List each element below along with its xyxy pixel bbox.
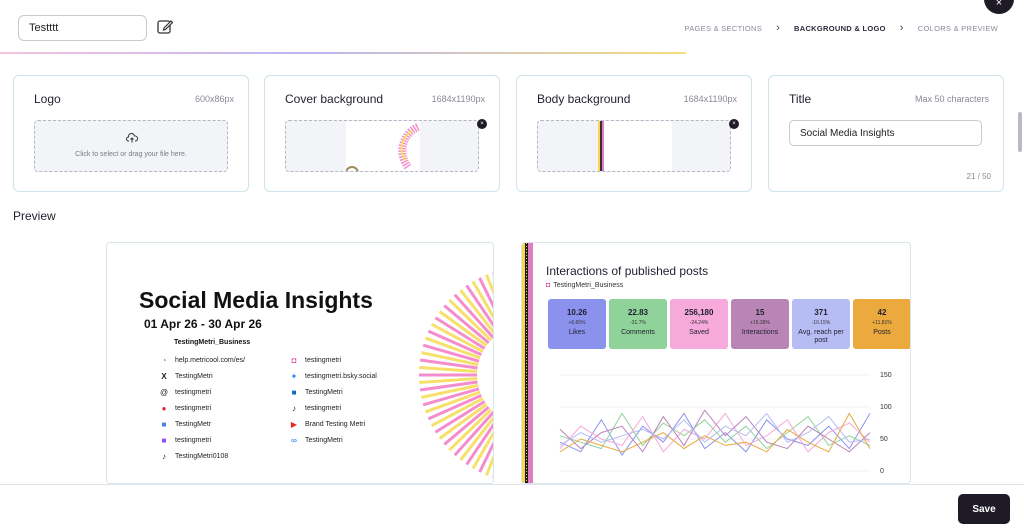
meta-icon: ∞ <box>291 435 297 445</box>
social-link: ✦ testingmetri.bsky.social <box>290 371 377 381</box>
rss-icon: ◔ <box>161 355 167 365</box>
logo-size-hint: 600x86px <box>194 94 234 104</box>
remove-body-button[interactable]: × <box>729 119 739 129</box>
cover-page-preview: Social Media Insights 01 Apr 26 - 30 Apr… <box>106 242 494 484</box>
twitch-icon: ■ <box>161 435 167 445</box>
pinterest-icon: ● <box>161 403 167 413</box>
kpi-card: 10.26 +6.65% Likes <box>548 299 606 349</box>
axis-tick-label: 0 <box>880 468 884 475</box>
chart-section-title: Interactions of published posts <box>546 264 709 278</box>
footer-bar: Save <box>0 484 1024 531</box>
social-link: ▶ Brand Testing Metri <box>290 419 366 429</box>
social-link: ■ TestingMetri <box>289 387 343 397</box>
report-title-input[interactable]: Social Media Insights <box>789 120 982 146</box>
kpi-card: 42 +11.81% Posts <box>853 299 910 349</box>
x-icon: X <box>161 371 167 381</box>
social-link: ♪ testingmetri <box>289 403 341 413</box>
step-background-logo[interactable]: BACKGROUND & LOGO <box>794 24 886 33</box>
settings-panel: Logo 600x86px Click to select or drag yo… <box>0 54 1024 484</box>
body-background-card: Body background 1684x1190px × <box>516 75 752 192</box>
cover-date-range: 01 Apr 26 - 30 Apr 26 <box>144 317 262 331</box>
logo-card: Logo 600x86px Click to select or drag yo… <box>13 75 249 192</box>
bluesky-icon: ✦ <box>290 371 298 381</box>
kpi-card: 15 +15.38% Interactions <box>731 299 789 349</box>
title-max-hint: Max 50 characters <box>914 94 989 104</box>
threads-icon: @ <box>159 387 169 397</box>
cover-background-thumbnail[interactable] <box>285 120 479 172</box>
close-button[interactable]: × <box>984 0 1014 14</box>
title-card: Title Max 50 characters Social Media Ins… <box>768 75 1004 192</box>
social-link: ◔ help.metricool.com/es/ <box>159 355 245 365</box>
save-button[interactable]: Save <box>958 494 1010 524</box>
social-link: ● testingmetri <box>159 403 212 413</box>
axis-tick-label: 50 <box>880 436 888 443</box>
chart-account: ◘ TestingMetri_Business <box>546 282 624 289</box>
wizard-steps: PAGES & SECTIONS › BACKGROUND & LOGO › C… <box>684 22 998 34</box>
cover-size-hint: 1684x1190px <box>431 94 485 104</box>
body-page-preview: Interactions of published posts ◘ Testing… <box>521 242 911 484</box>
body-background-thumbnail[interactable] <box>537 120 731 172</box>
edit-icon[interactable] <box>156 18 174 36</box>
tiktok-icon: ♪ <box>162 451 166 461</box>
step-colors-preview[interactable]: COLORS & PREVIEW <box>918 24 998 33</box>
body-card-title: Body background <box>537 92 631 106</box>
instagram-icon: ◘ <box>546 282 551 289</box>
report-name-input[interactable]: Testttt <box>18 15 147 41</box>
instagram-icon: ◘ <box>291 355 297 365</box>
body-decorative-strip <box>522 243 533 483</box>
body-thumbnail-image <box>598 121 672 171</box>
body-size-hint: 1684x1190px <box>683 94 737 104</box>
social-link: ■ testingmetri <box>159 435 212 445</box>
cover-background-card: Cover background 1684x1190px × <box>264 75 500 192</box>
social-link: ∞ TestingMetri <box>289 435 343 445</box>
kpi-card: 256,180 -24.24% Saved <box>670 299 728 349</box>
tiktok-icon: ♪ <box>292 403 296 413</box>
dropzone-text: Click to select or drag your file here. <box>75 151 187 158</box>
upload-cloud-icon <box>126 132 138 143</box>
top-bar: Testttt PAGES & SECTIONS › BACKGROUND & … <box>0 0 1024 54</box>
social-link: ■ TestingMetr <box>159 419 212 429</box>
close-icon: × <box>995 0 1003 9</box>
linkedin-icon: ■ <box>291 387 297 397</box>
cover-title: Social Media Insights <box>139 287 373 313</box>
social-link: X TestingMetri <box>159 371 212 381</box>
interactions-line-chart: 150 100 50 0 <box>559 372 892 475</box>
gmb-icon: ■ <box>161 419 167 429</box>
title-char-counter: 21 / 50 <box>966 172 991 181</box>
remove-cover-button[interactable]: × <box>477 119 487 129</box>
social-link: ♪ TestingMetri0108 <box>159 451 228 461</box>
cover-account-name: TestingMetri_Business <box>174 339 251 346</box>
cover-decorative-fan <box>419 272 493 478</box>
series-line <box>559 412 871 453</box>
chevron-right-icon: › <box>776 22 781 34</box>
body-thumbnail-art <box>598 121 604 171</box>
step-pages-sections[interactable]: PAGES & SECTIONS <box>684 24 762 33</box>
kpi-card: 371 -10.15% Avg. reach per post <box>792 299 850 349</box>
series-line <box>559 412 871 453</box>
scrollbar[interactable] <box>1018 112 1022 152</box>
social-link: ◘ testingmetri <box>289 355 342 365</box>
youtube-icon: ▶ <box>290 419 298 429</box>
logo-card-title: Logo <box>34 92 61 106</box>
kpi-card: 22.83 -31.7% Comments <box>609 299 667 349</box>
cover-thumbnail-art <box>345 123 420 171</box>
axis-tick-label: 100 <box>880 404 892 411</box>
cover-thumbnail-image <box>345 121 420 171</box>
cover-card-title: Cover background <box>285 92 384 106</box>
title-card-title: Title <box>789 92 812 106</box>
axis-tick-label: 150 <box>880 372 892 379</box>
chevron-right-icon: › <box>899 22 904 34</box>
preview-heading: Preview <box>13 209 56 223</box>
logo-dropzone[interactable]: Click to select or drag your file here. <box>34 120 228 172</box>
social-link: @ testingmetri <box>159 387 212 397</box>
